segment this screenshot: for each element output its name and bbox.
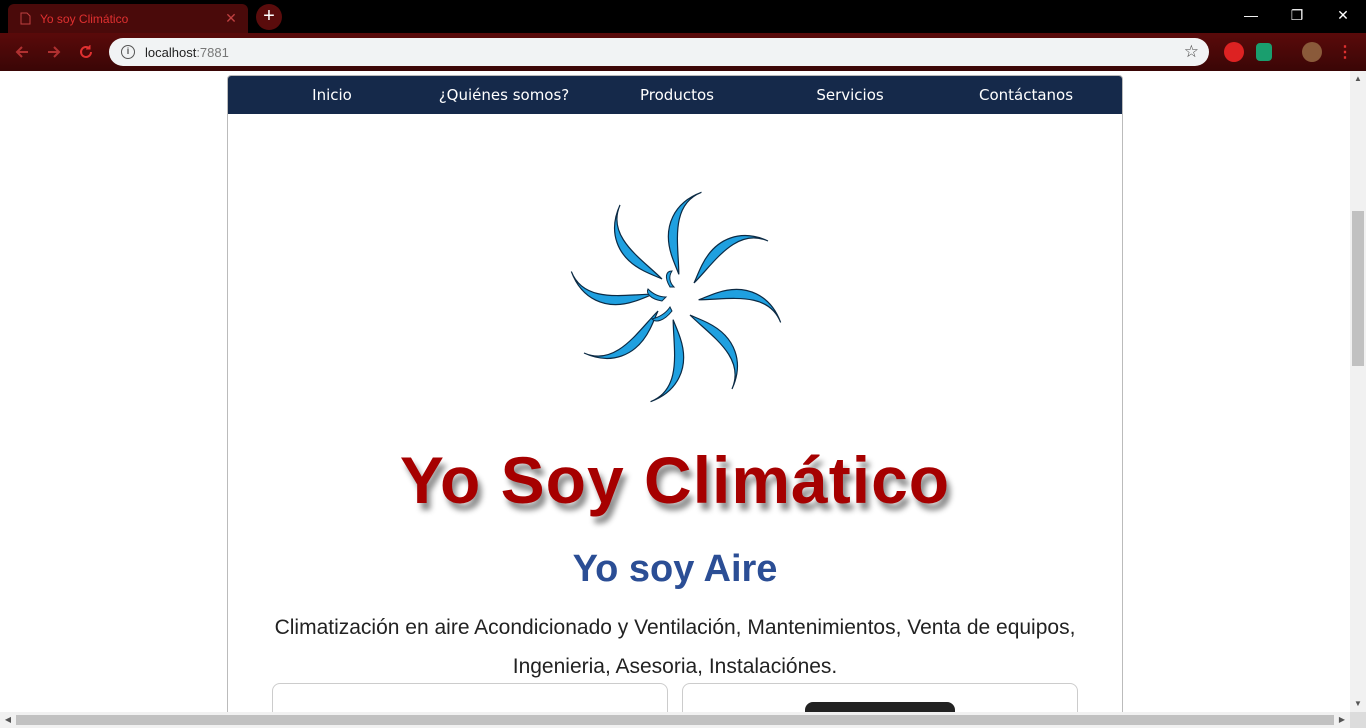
browser-titlebar: Yo soy Climático ✕ + — ❐ ✕ <box>0 0 1366 33</box>
close-window-button[interactable]: ✕ <box>1320 0 1366 30</box>
vertical-scroll-thumb[interactable] <box>1352 211 1364 366</box>
swirl-logo-icon <box>566 187 786 407</box>
service-card <box>272 683 668 712</box>
tab-close-icon[interactable]: ✕ <box>224 10 238 27</box>
scrollbar-corner <box>1350 712 1366 728</box>
browser-tab[interactable]: Yo soy Climático ✕ <box>8 4 248 33</box>
extension-icon[interactable] <box>1224 42 1244 62</box>
main-container: Inicio ¿Quiénes somos? Productos Servici… <box>227 75 1123 712</box>
shield-extension-icon[interactable] <box>1256 43 1272 61</box>
nav-item-quienes-somos[interactable]: ¿Quiénes somos? <box>424 76 584 114</box>
card-button[interactable] <box>805 702 955 712</box>
slogan: Yo soy Aire <box>572 548 778 590</box>
reload-icon[interactable] <box>74 40 98 64</box>
services-description: Climatización en aire Acondicionado y Ve… <box>274 616 1076 678</box>
nav-item-inicio[interactable]: Inicio <box>292 76 372 114</box>
info-icon[interactable]: i <box>121 45 135 59</box>
horizontal-scrollbar[interactable]: ◀ ▶ <box>0 712 1350 728</box>
nav-item-servicios[interactable]: Servicios <box>798 76 902 114</box>
url-host: localhost <box>145 44 197 60</box>
top-navbar: Inicio ¿Quiénes somos? Productos Servici… <box>228 76 1122 114</box>
new-tab-button[interactable]: + <box>256 4 282 30</box>
nav-item-contactanos[interactable]: Contáctanos <box>962 76 1090 114</box>
url-port: :7881 <box>196 44 229 60</box>
vertical-scrollbar[interactable]: ▲ ▼ <box>1350 71 1366 712</box>
star-icon[interactable]: ☆ <box>1184 42 1199 62</box>
restore-button[interactable]: ❐ <box>1274 0 1320 30</box>
page-viewport: Inicio ¿Quiénes somos? Productos Servici… <box>0 71 1350 712</box>
profile-avatar[interactable] <box>1302 42 1322 62</box>
horizontal-scroll-thumb[interactable] <box>16 715 1334 725</box>
page-icon <box>18 12 32 26</box>
minimize-button[interactable]: — <box>1228 0 1274 30</box>
tab-title: Yo soy Climático <box>40 11 129 26</box>
scroll-right-arrow-icon[interactable]: ▶ <box>1334 712 1350 728</box>
address-bar[interactable]: i localhost :7881 ☆ <box>109 38 1209 66</box>
brand-title: Yo Soy Climático <box>399 443 951 517</box>
browser-toolbar: i localhost :7881 ☆ ⋮ <box>0 33 1366 71</box>
scroll-left-arrow-icon[interactable]: ◀ <box>0 712 16 728</box>
nav-item-productos[interactable]: Productos <box>622 76 732 114</box>
scroll-down-arrow-icon[interactable]: ▼ <box>1350 696 1366 712</box>
menu-icon[interactable]: ⋮ <box>1333 40 1357 64</box>
scroll-up-arrow-icon[interactable]: ▲ <box>1350 71 1366 87</box>
service-card <box>682 683 1078 712</box>
forward-arrow-icon[interactable] <box>42 40 66 64</box>
back-arrow-icon[interactable] <box>10 40 34 64</box>
